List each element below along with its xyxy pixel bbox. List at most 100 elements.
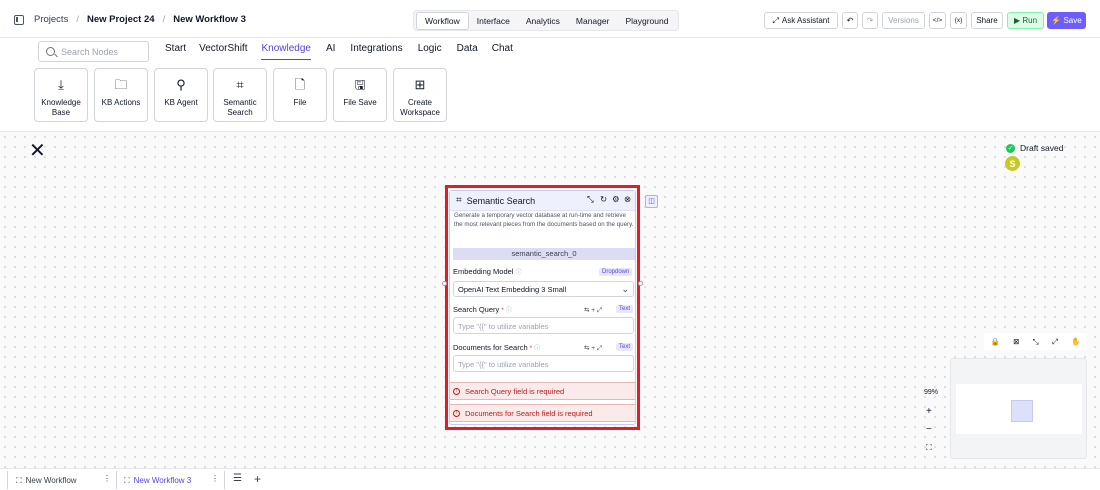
tile-kb-agent[interactable]: ⚲ KB Agent bbox=[154, 68, 208, 122]
undo-button[interactable]: ↶ bbox=[842, 12, 858, 29]
info-icon: ⓘ bbox=[515, 270, 522, 276]
info-icon: ⓘ bbox=[505, 308, 512, 314]
floppy-icon: 🖫 bbox=[354, 77, 366, 92]
search-icon bbox=[46, 47, 55, 56]
documents-input[interactable] bbox=[458, 360, 628, 369]
undo-icon: ↶ bbox=[846, 16, 854, 25]
more-icon[interactable]: ⋮ bbox=[103, 474, 111, 483]
fit-view-button[interactable]: ⛶ bbox=[926, 443, 932, 453]
more-icon[interactable]: ⋮ bbox=[211, 474, 219, 483]
tile-file[interactable]: 🗋 File bbox=[273, 68, 327, 122]
breadcrumb-projects[interactable]: Projects bbox=[34, 14, 68, 25]
minimap[interactable] bbox=[950, 358, 1087, 459]
tab-analytics[interactable]: Analytics bbox=[518, 13, 568, 29]
redo-button[interactable]: ↷ bbox=[862, 12, 878, 29]
versions-button[interactable]: Versions bbox=[882, 12, 925, 29]
documents-label-text: Documents for Search bbox=[453, 343, 528, 352]
redo-icon: ↷ bbox=[866, 16, 874, 25]
refresh-icon[interactable]: ↻ bbox=[600, 194, 607, 205]
save-button[interactable]: ⚡ Save bbox=[1047, 12, 1086, 29]
search-query-label-text: Search Query bbox=[453, 305, 500, 314]
category-knowledge[interactable]: Knowledge bbox=[261, 43, 311, 60]
expand-icon[interactable]: ⤢ bbox=[1052, 337, 1058, 347]
documents-field[interactable] bbox=[453, 355, 634, 372]
category-integrations[interactable]: Integrations bbox=[350, 43, 402, 60]
breadcrumb-workflow[interactable]: New Workflow 3 bbox=[173, 14, 246, 25]
tile-kb-actions[interactable]: 🗀 KB Actions bbox=[94, 68, 148, 122]
draft-status-text: Draft saved bbox=[1020, 143, 1064, 153]
tile-label: Knowledge Base bbox=[41, 98, 81, 117]
download-icon: ⤓ bbox=[58, 77, 64, 92]
node-header[interactable]: ⌗ Semantic Search ⤡ ↻ ⚙ ⊗ bbox=[450, 191, 635, 211]
draft-status: ✓ Draft saved bbox=[1006, 143, 1063, 153]
field-actions-icon[interactable]: ⇆ + ⤢ bbox=[584, 344, 602, 353]
gear-icon[interactable]: ⚙ bbox=[612, 194, 620, 205]
share-button[interactable]: Share bbox=[971, 12, 1003, 29]
add-tab-icon[interactable]: + bbox=[254, 472, 261, 486]
category-data[interactable]: Data bbox=[457, 43, 478, 60]
tab-workflow[interactable]: Workflow bbox=[416, 11, 469, 30]
select-icon[interactable]: ⊠ bbox=[1013, 337, 1019, 346]
category-ai[interactable]: AI bbox=[326, 43, 335, 60]
search-query-field[interactable] bbox=[453, 317, 634, 334]
tab-interface[interactable]: Interface bbox=[469, 13, 518, 29]
category-start[interactable]: Start bbox=[165, 43, 186, 60]
minimap-viewport bbox=[956, 384, 1082, 434]
tile-file-save[interactable]: 🖫 File Save bbox=[333, 68, 387, 122]
category-chat[interactable]: Chat bbox=[492, 43, 513, 60]
magic-wand-icon: ⚲ bbox=[176, 77, 186, 92]
avatar[interactable]: S bbox=[1005, 156, 1020, 171]
workflow-tab-label: New Workflow 3 bbox=[133, 476, 192, 485]
category-logic[interactable]: Logic bbox=[418, 43, 442, 60]
sidebar-toggle-icon[interactable] bbox=[14, 14, 24, 25]
folder-icon: 🗀 bbox=[114, 77, 128, 92]
documents-label: Documents for Search * ⓘ bbox=[453, 343, 540, 352]
tab-playground[interactable]: Playground bbox=[617, 13, 676, 29]
breadcrumb-project[interactable]: New Project 24 bbox=[87, 14, 155, 25]
breadcrumb-separator: / bbox=[76, 14, 79, 25]
node-input-handle[interactable] bbox=[442, 281, 447, 286]
workflow-tab[interactable]: ⛶ New Workflow bbox=[16, 473, 77, 488]
lock-icon[interactable]: 🔒 bbox=[991, 337, 1000, 346]
run-button[interactable]: ▶ Run bbox=[1007, 12, 1044, 29]
list-icon[interactable]: ☰ bbox=[233, 473, 242, 484]
panel-icon[interactable]: ◫ bbox=[645, 195, 658, 208]
chevron-down-icon: ⌄ bbox=[621, 284, 629, 294]
shrink-icon[interactable]: ⤡ bbox=[1033, 337, 1039, 347]
tile-label: Semantic Search bbox=[223, 98, 257, 117]
code-button[interactable]: </> bbox=[929, 12, 946, 29]
tile-label: KB Actions bbox=[101, 98, 141, 107]
dropdown-badge: Dropdown bbox=[599, 268, 633, 276]
category-vectorshift[interactable]: VectorShift bbox=[199, 43, 247, 60]
tile-create-workspace[interactable]: ⊞ Create Workspace bbox=[393, 68, 447, 122]
required-marker: * bbox=[529, 346, 533, 352]
node-title: Semantic Search bbox=[466, 195, 536, 206]
tab-manager[interactable]: Manager bbox=[568, 13, 618, 29]
zoom-level: 99% bbox=[924, 389, 939, 396]
node-output-handle[interactable] bbox=[638, 281, 643, 286]
embedding-model-select[interactable]: OpenAI Text Embedding 3 Small ⌄ bbox=[453, 281, 634, 297]
info-icon: ⓘ bbox=[534, 346, 541, 352]
search-nodes[interactable] bbox=[38, 41, 149, 62]
node-name[interactable]: semantic_search_0 bbox=[453, 248, 635, 260]
semantic-search-node[interactable]: ⌗ Semantic Search ⤡ ↻ ⚙ ⊗ Generate a tem… bbox=[449, 190, 636, 425]
tile-knowledge-base[interactable]: ⤓ Knowledge Base bbox=[34, 68, 88, 122]
collapse-icon[interactable]: ⤡ bbox=[587, 194, 594, 205]
close-icon[interactable]: ✕ bbox=[29, 141, 46, 161]
breadcrumb: Projects / New Project 24 / New Workflow… bbox=[14, 14, 246, 25]
zoom-out-button[interactable]: − bbox=[926, 424, 932, 435]
variables-button[interactable]: {x} bbox=[950, 12, 967, 29]
zoom-in-button[interactable]: + bbox=[926, 406, 932, 417]
required-marker: * bbox=[501, 308, 504, 314]
workflow-tab-active[interactable]: ⛶ New Workflow 3 bbox=[124, 473, 191, 488]
field-actions-icon[interactable]: ⇆ + ⤢ bbox=[584, 306, 602, 315]
search-query-input[interactable] bbox=[458, 322, 628, 331]
tile-label: File Save bbox=[343, 98, 377, 107]
sparkle-icon: ⤢ bbox=[772, 15, 779, 25]
ask-assistant-button[interactable]: ⤢ Ask Assistant bbox=[764, 12, 838, 29]
tile-label: Create Workspace bbox=[400, 98, 440, 117]
search-input[interactable] bbox=[61, 46, 141, 57]
close-circle-icon[interactable]: ⊗ bbox=[624, 194, 631, 205]
tile-semantic-search[interactable]: ⌗ Semantic Search bbox=[213, 68, 267, 122]
hand-icon[interactable]: ✋ bbox=[1071, 337, 1080, 346]
